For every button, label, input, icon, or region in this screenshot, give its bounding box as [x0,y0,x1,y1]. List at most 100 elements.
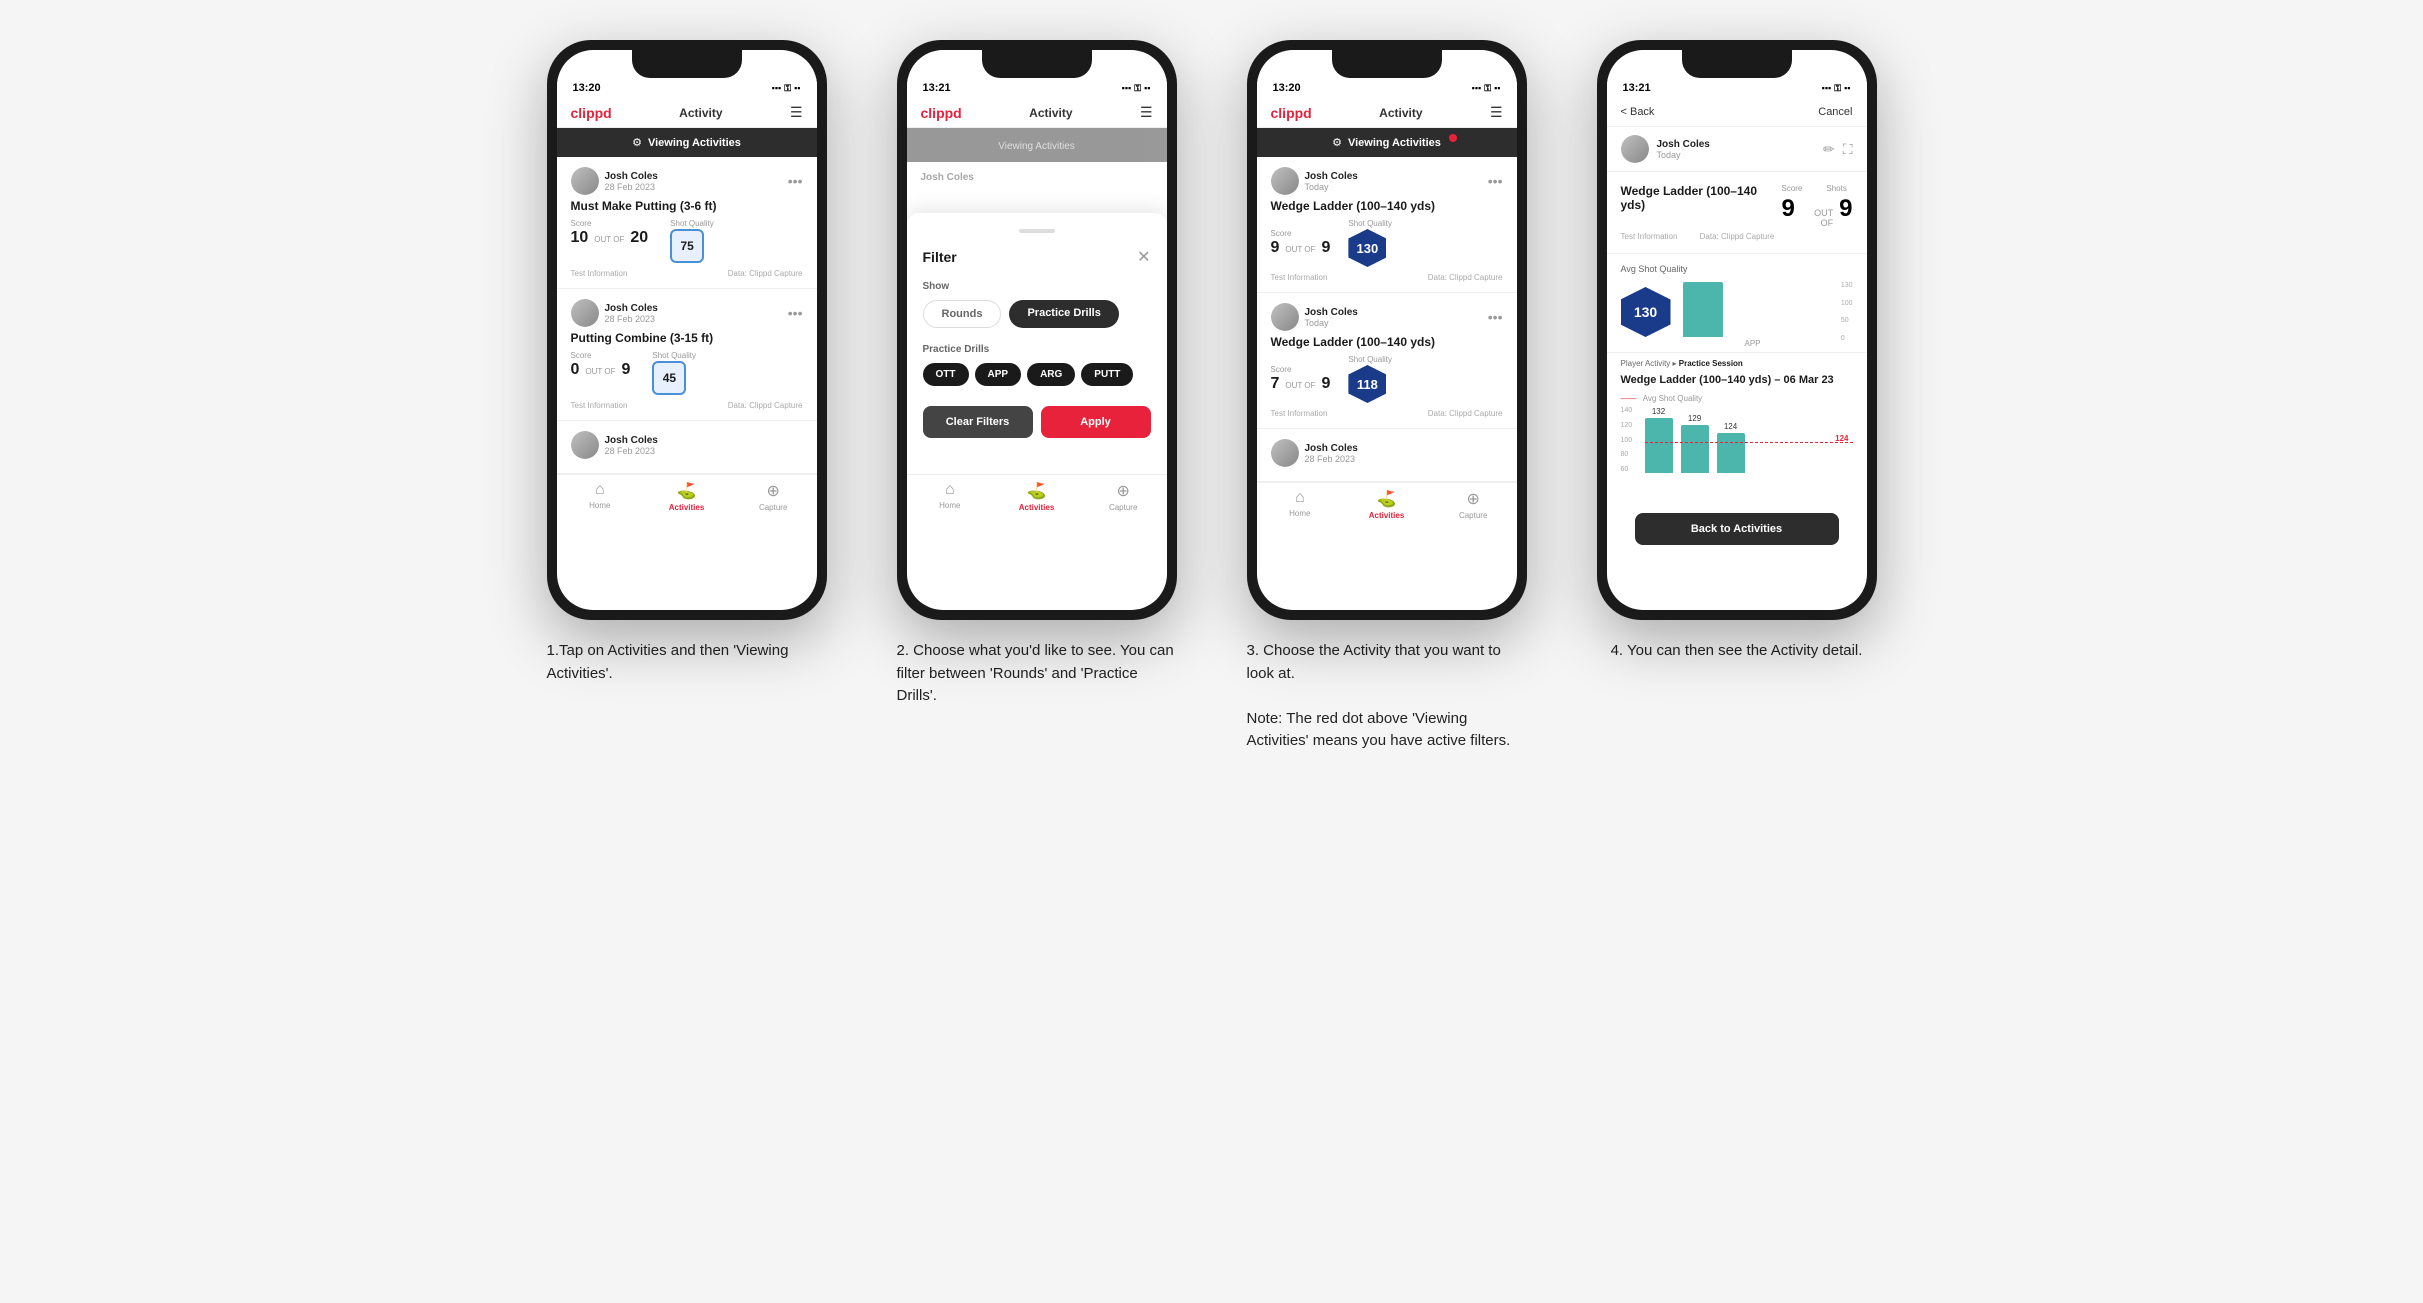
nav-activities-3[interactable]: ⛳ Activities [1343,489,1430,520]
p3-card-1-header: Josh Coles Today ••• [1271,167,1503,195]
header-title: Activity [679,106,722,120]
phone-3-screen: 13:20 ▪▪▪ ⚿ ▪▪ clippd Activity ☰ ⚙ Viewi… [1257,50,1517,610]
p3-dots-2[interactable]: ••• [1488,309,1503,325]
sq-badge-2: 45 [652,361,686,395]
p3-activity-card-3-stub: Josh Coles 28 Feb 2023 [1257,429,1517,482]
menu-icon-3[interactable]: ☰ [1490,104,1503,121]
user-text-2: Josh Coles 28 Feb 2023 [605,303,658,324]
back-button[interactable]: < Back [1621,106,1655,118]
activity-title-2: Putting Combine (3-15 ft) [571,331,803,345]
battery-icon-4: ▪▪ [1844,83,1850,93]
p3-user-date-1: Today [1305,182,1358,192]
score-label-1: Score [571,219,649,228]
bar-wrap-1: 132 [1645,407,1673,473]
data-source-2: Data: Clippd Capture [728,401,803,410]
chip-putt[interactable]: PUTT [1081,363,1133,386]
p3-activity-title-2: Wedge Ladder (100–140 yds) [1271,335,1503,349]
p3-activity-card-2[interactable]: Josh Coles Today ••• Wedge Ladder (100–1… [1257,293,1517,429]
p3-user-info-3: Josh Coles 28 Feb 2023 [1271,439,1358,467]
show-label: Show [923,281,1151,292]
cancel-button[interactable]: Cancel [1818,106,1852,118]
detail-user-row: Josh Coles Today ✏ ⛶ [1607,127,1867,172]
card-2-header: Josh Coles 28 Feb 2023 ••• [571,299,803,327]
p3-user-date-3: 28 Feb 2023 [1305,454,1358,464]
p3-dots-1[interactable]: ••• [1488,173,1503,189]
detail-header: < Back Cancel [1607,98,1867,127]
dots-menu-1[interactable]: ••• [788,173,803,189]
mini-chart: 130 100 50 0 APP [1683,282,1853,342]
big-hex-badge: 130 [1621,287,1671,337]
user-info-1: Josh Coles 28 Feb 2023 [571,167,658,195]
dimmed-viewing-bar: Viewing Activities [907,128,1167,162]
p3-activity-card-1[interactable]: Josh Coles Today ••• Wedge Ladder (100–1… [1257,157,1517,293]
full-bar-chart: 140 120 100 80 60 132 [1621,407,1853,487]
p3-user-info-2: Josh Coles Today [1271,303,1358,331]
home-icon-3: ⌂ [1295,489,1305,507]
nav-activities-2[interactable]: ⛳ Activities [993,481,1080,512]
nav-home-2[interactable]: ⌂ Home [907,481,994,512]
chart-y-axis: 140 120 100 80 60 [1621,407,1633,473]
detail-activity-title: Wedge Ladder (100–140 yds) [1621,184,1782,212]
practice-drills-section-label: Practice Drills [923,344,1151,355]
expand-icon[interactable]: ⛶ [1843,141,1853,158]
chart-section: —— Avg Shot Quality 140 120 100 80 60 [1607,388,1867,497]
phone-2: 13:21 ▪▪▪ ⚿ ▪▪ clippd Activity ☰ Viewing… [897,40,1177,620]
capture-icon-3: ⊕ [1466,489,1479,509]
score-group-2: Score 0 OUT OF 9 [571,351,631,379]
activity-card-2[interactable]: Josh Coles 28 Feb 2023 ••• Putting Combi… [557,289,817,421]
back-btn-container: Back to Activities [1607,497,1867,569]
back-to-activities-button[interactable]: Back to Activities [1635,513,1839,545]
practice-drills-tab[interactable]: Practice Drills [1009,300,1118,328]
activity-card-1[interactable]: Josh Coles 28 Feb 2023 ••• Must Make Put… [557,157,817,289]
apply-button[interactable]: Apply [1041,406,1151,438]
phone-4-status-icons: ▪▪▪ ⚿ ▪▪ [1822,83,1851,94]
caption-3-note: Note: The red dot above 'Viewing Activit… [1247,710,1511,750]
card-3-header: Josh Coles 28 Feb 2023 [571,431,803,459]
step-3-column: 13:20 ▪▪▪ ⚿ ▪▪ clippd Activity ☰ ⚙ Viewi… [1227,40,1547,753]
edit-icon[interactable]: ✏ [1823,141,1835,158]
card-footer-1: Test Information Data: Clippd Capture [571,269,803,278]
wifi-icon-4: ⚿ [1834,83,1841,94]
out-of-2: OUT OF [585,367,615,376]
nav-home-3[interactable]: ⌂ Home [1257,489,1344,520]
viewing-activities-bar[interactable]: ⚙ Viewing Activities [557,128,817,157]
chip-ott[interactable]: OTT [923,363,969,386]
p3-user-info-1: Josh Coles Today [1271,167,1358,195]
viewing-bar-label-3: Viewing Activities [1348,137,1441,149]
activities-icon-3: ⛳ [1377,489,1397,509]
detail-user-text: Josh Coles Today [1657,139,1710,160]
chip-app[interactable]: APP [975,363,1022,386]
score-label-2: Score [571,351,631,360]
nav-activities-1[interactable]: ⛳ Activities [643,481,730,512]
phone-4: 13:21 ▪▪▪ ⚿ ▪▪ < Back Cancel [1597,40,1877,620]
caption-2: 2. Choose what you'd like to see. You ca… [897,640,1177,708]
dots-menu-2[interactable]: ••• [788,305,803,321]
nav-home-1[interactable]: ⌂ Home [557,481,644,512]
nav-capture-1[interactable]: ⊕ Capture [730,481,817,512]
nav-capture-3[interactable]: ⊕ Capture [1430,489,1517,520]
activities-label-1: Activities [669,503,705,512]
bar-value-3: 124 [1724,422,1737,431]
bottom-nav-2: ⌂ Home ⛳ Activities ⊕ Capture [907,474,1167,522]
sq-label-2: Shot Quality [652,351,696,360]
bottom-nav-1: ⌂ Home ⛳ Activities ⊕ Capture [557,474,817,522]
caption-3: 3. Choose the Activity that you want to … [1247,640,1527,753]
p3-score-1: 9 [1271,239,1280,257]
avatar-3 [571,431,599,459]
viewing-activities-bar-3[interactable]: ⚙ Viewing Activities [1257,128,1517,157]
rounds-tab[interactable]: Rounds [923,300,1002,328]
p3-user-name-3: Josh Coles [1305,443,1358,454]
chip-arg[interactable]: ARG [1027,363,1075,386]
close-filter-button[interactable]: ✕ [1137,247,1150,267]
clear-filters-button[interactable]: Clear Filters [923,406,1033,438]
caption-1: 1.Tap on Activities and then 'Viewing Ac… [547,640,827,685]
menu-icon[interactable]: ☰ [790,104,803,121]
p3-activity-title-1: Wedge Ladder (100–140 yds) [1271,199,1503,213]
sq-badge-1: 75 [670,229,704,263]
test-info-2: Test Information [571,401,628,410]
menu-icon-2[interactable]: ☰ [1140,104,1153,121]
filter-header: Filter ✕ [923,247,1151,267]
card-1-header: Josh Coles 28 Feb 2023 ••• [571,167,803,195]
nav-capture-2[interactable]: ⊕ Capture [1080,481,1167,512]
user-info-3: Josh Coles 28 Feb 2023 [571,431,658,459]
